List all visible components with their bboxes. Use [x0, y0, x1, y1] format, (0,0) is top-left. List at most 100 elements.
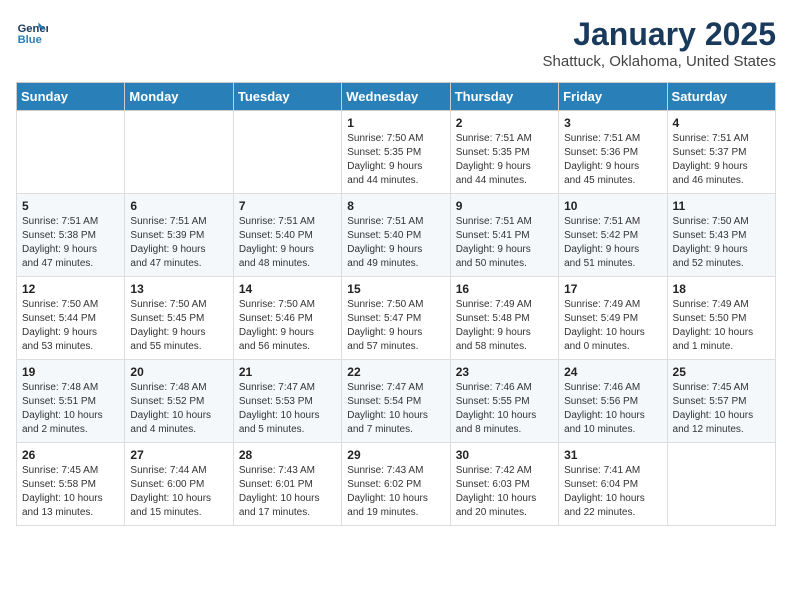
day-cell	[667, 443, 775, 526]
day-number: 12	[22, 282, 119, 296]
day-info: Sunrise: 7:47 AM Sunset: 5:53 PM Dayligh…	[239, 381, 336, 437]
day-cell: 7 Sunrise: 7:51 AM Sunset: 5:40 PM Daylig…	[233, 194, 341, 277]
day-cell: 8 Sunrise: 7:51 AM Sunset: 5:40 PM Daylig…	[342, 194, 450, 277]
day-cell: 3 Sunrise: 7:51 AM Sunset: 5:36 PM Daylig…	[559, 111, 667, 194]
day-number: 23	[456, 365, 553, 379]
day-cell: 10 Sunrise: 7:51 AM Sunset: 5:42 PM Dayli…	[559, 194, 667, 277]
day-number: 21	[239, 365, 336, 379]
day-cell: 16Sunrise: 7:49 AM Sunset: 5:48 PM Dayli…	[450, 277, 558, 360]
day-info: Sunrise: 7:51 AM Sunset: 5:40 PM Dayligh…	[347, 215, 444, 271]
day-cell: 6 Sunrise: 7:51 AM Sunset: 5:39 PM Daylig…	[125, 194, 233, 277]
day-number: 3	[564, 116, 661, 130]
header-cell-tuesday: Tuesday	[233, 83, 341, 111]
day-info: Sunrise: 7:51 AM Sunset: 5:36 PM Dayligh…	[564, 132, 661, 188]
day-cell: 22 Sunrise: 7:47 AM Sunset: 5:54 PM Dayli…	[342, 360, 450, 443]
day-number: 11	[673, 199, 770, 213]
header-cell-monday: Monday	[125, 83, 233, 111]
day-cell: 31Sunrise: 7:41 AM Sunset: 6:04 PM Dayli…	[559, 443, 667, 526]
day-number: 7	[239, 199, 336, 213]
day-number: 27	[130, 448, 227, 462]
day-number: 1	[347, 116, 444, 130]
calendar-subtitle: Shattuck, Oklahoma, United States	[543, 53, 776, 70]
day-info: Sunrise: 7:45 AM Sunset: 5:58 PM Dayligh…	[22, 464, 119, 520]
day-cell: 23 Sunrise: 7:46 AM Sunset: 5:55 PM Dayli…	[450, 360, 558, 443]
day-number: 28	[239, 448, 336, 462]
day-cell: 14 Sunrise: 7:50 AM Sunset: 5:46 PM Dayli…	[233, 277, 341, 360]
svg-text:Blue: Blue	[18, 34, 42, 46]
day-number: 10	[564, 199, 661, 213]
calendar-header: SundayMondayTuesdayWednesdayThursdayFrid…	[17, 83, 776, 111]
day-cell: 9Sunrise: 7:51 AM Sunset: 5:41 PM Daylig…	[450, 194, 558, 277]
day-info: Sunrise: 7:51 AM Sunset: 5:38 PM Dayligh…	[22, 215, 119, 271]
header-cell-friday: Friday	[559, 83, 667, 111]
calendar-body: 1 Sunrise: 7:50 AM Sunset: 5:35 PM Daylig…	[17, 111, 776, 526]
day-number: 26	[22, 448, 119, 462]
day-info: Sunrise: 7:51 AM Sunset: 5:41 PM Dayligh…	[456, 215, 553, 271]
day-number: 14	[239, 282, 336, 296]
header-cell-wednesday: Wednesday	[342, 83, 450, 111]
day-info: Sunrise: 7:50 AM Sunset: 5:44 PM Dayligh…	[22, 298, 119, 354]
day-number: 17	[564, 282, 661, 296]
day-info: Sunrise: 7:44 AM Sunset: 6:00 PM Dayligh…	[130, 464, 227, 520]
day-cell: 5 Sunrise: 7:51 AM Sunset: 5:38 PM Daylig…	[17, 194, 125, 277]
week-row-3: 12 Sunrise: 7:50 AM Sunset: 5:44 PM Dayli…	[17, 277, 776, 360]
week-row-2: 5 Sunrise: 7:51 AM Sunset: 5:38 PM Daylig…	[17, 194, 776, 277]
day-number: 20	[130, 365, 227, 379]
day-number: 30	[456, 448, 553, 462]
day-number: 22	[347, 365, 444, 379]
page-header: General Blue January 2025 Shattuck, Okla…	[16, 16, 776, 70]
day-info: Sunrise: 7:43 AM Sunset: 6:01 PM Dayligh…	[239, 464, 336, 520]
day-cell: 4 Sunrise: 7:51 AM Sunset: 5:37 PM Daylig…	[667, 111, 775, 194]
day-cell: 11 Sunrise: 7:50 AM Sunset: 5:43 PM Dayli…	[667, 194, 775, 277]
header-cell-sunday: Sunday	[17, 83, 125, 111]
day-info: Sunrise: 7:51 AM Sunset: 5:35 PM Dayligh…	[456, 132, 553, 188]
day-info: Sunrise: 7:49 AM Sunset: 5:49 PM Dayligh…	[564, 298, 661, 354]
day-number: 6	[130, 199, 227, 213]
day-cell: 2 Sunrise: 7:51 AM Sunset: 5:35 PM Daylig…	[450, 111, 558, 194]
day-cell: 24Sunrise: 7:46 AM Sunset: 5:56 PM Dayli…	[559, 360, 667, 443]
day-cell: 30Sunrise: 7:42 AM Sunset: 6:03 PM Dayli…	[450, 443, 558, 526]
day-cell: 1 Sunrise: 7:50 AM Sunset: 5:35 PM Daylig…	[342, 111, 450, 194]
day-number: 29	[347, 448, 444, 462]
day-number: 4	[673, 116, 770, 130]
day-info: Sunrise: 7:51 AM Sunset: 5:37 PM Dayligh…	[673, 132, 770, 188]
header-row: SundayMondayTuesdayWednesdayThursdayFrid…	[17, 83, 776, 111]
day-number: 5	[22, 199, 119, 213]
day-info: Sunrise: 7:43 AM Sunset: 6:02 PM Dayligh…	[347, 464, 444, 520]
week-row-1: 1 Sunrise: 7:50 AM Sunset: 5:35 PM Daylig…	[17, 111, 776, 194]
day-number: 13	[130, 282, 227, 296]
day-cell: 17 Sunrise: 7:49 AM Sunset: 5:49 PM Dayli…	[559, 277, 667, 360]
title-block: January 2025 Shattuck, Oklahoma, United …	[543, 16, 776, 70]
day-cell: 27 Sunrise: 7:44 AM Sunset: 6:00 PM Dayli…	[125, 443, 233, 526]
logo-icon: General Blue	[16, 16, 48, 48]
day-info: Sunrise: 7:51 AM Sunset: 5:40 PM Dayligh…	[239, 215, 336, 271]
day-number: 15	[347, 282, 444, 296]
calendar-title: January 2025	[543, 16, 776, 53]
day-cell: 26 Sunrise: 7:45 AM Sunset: 5:58 PM Dayli…	[17, 443, 125, 526]
day-number: 8	[347, 199, 444, 213]
day-cell: 15 Sunrise: 7:50 AM Sunset: 5:47 PM Dayli…	[342, 277, 450, 360]
day-info: Sunrise: 7:49 AM Sunset: 5:48 PM Dayligh…	[456, 298, 553, 354]
day-info: Sunrise: 7:45 AM Sunset: 5:57 PM Dayligh…	[673, 381, 770, 437]
day-cell: 28 Sunrise: 7:43 AM Sunset: 6:01 PM Dayli…	[233, 443, 341, 526]
day-info: Sunrise: 7:49 AM Sunset: 5:50 PM Dayligh…	[673, 298, 770, 354]
header-cell-saturday: Saturday	[667, 83, 775, 111]
day-info: Sunrise: 7:46 AM Sunset: 5:55 PM Dayligh…	[456, 381, 553, 437]
day-cell: 29 Sunrise: 7:43 AM Sunset: 6:02 PM Dayli…	[342, 443, 450, 526]
day-info: Sunrise: 7:50 AM Sunset: 5:47 PM Dayligh…	[347, 298, 444, 354]
day-cell: 19Sunrise: 7:48 AM Sunset: 5:51 PM Dayli…	[17, 360, 125, 443]
day-info: Sunrise: 7:50 AM Sunset: 5:43 PM Dayligh…	[673, 215, 770, 271]
day-number: 19	[22, 365, 119, 379]
day-info: Sunrise: 7:50 AM Sunset: 5:46 PM Dayligh…	[239, 298, 336, 354]
day-info: Sunrise: 7:51 AM Sunset: 5:42 PM Dayligh…	[564, 215, 661, 271]
day-info: Sunrise: 7:51 AM Sunset: 5:39 PM Dayligh…	[130, 215, 227, 271]
day-info: Sunrise: 7:50 AM Sunset: 5:35 PM Dayligh…	[347, 132, 444, 188]
calendar-table: SundayMondayTuesdayWednesdayThursdayFrid…	[16, 82, 776, 526]
day-number: 24	[564, 365, 661, 379]
week-row-5: 26 Sunrise: 7:45 AM Sunset: 5:58 PM Dayli…	[17, 443, 776, 526]
day-info: Sunrise: 7:47 AM Sunset: 5:54 PM Dayligh…	[347, 381, 444, 437]
week-row-4: 19Sunrise: 7:48 AM Sunset: 5:51 PM Dayli…	[17, 360, 776, 443]
day-number: 2	[456, 116, 553, 130]
day-cell: 12 Sunrise: 7:50 AM Sunset: 5:44 PM Dayli…	[17, 277, 125, 360]
day-number: 31	[564, 448, 661, 462]
